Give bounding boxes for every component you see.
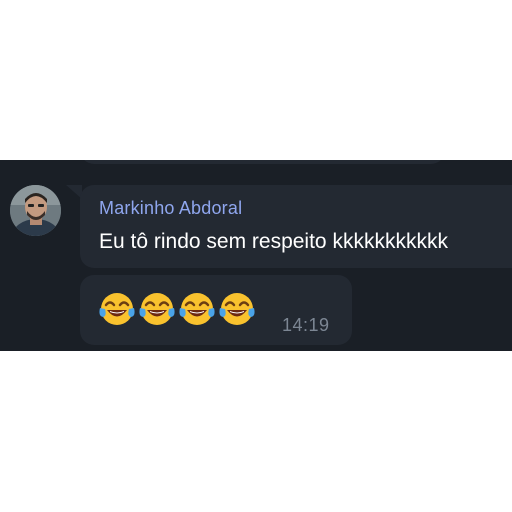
tears-of-joy-emoji-icon bbox=[99, 293, 135, 325]
message-timestamp: 14:19 bbox=[282, 315, 330, 335]
previous-message-bubble[interactable] bbox=[80, 160, 445, 164]
sender-avatar[interactable] bbox=[10, 185, 61, 236]
chat-area: Markinho Abdoral Eu tô rindo sem respeit… bbox=[0, 160, 512, 351]
message-text: Eu tô rindo sem respeito kkkkkkkkkkk bbox=[99, 230, 448, 253]
emoji-message-bubble[interactable]: 14:19 bbox=[80, 275, 352, 345]
sender-name[interactable]: Markinho Abdoral bbox=[99, 198, 242, 219]
tears-of-joy-emoji-icon bbox=[139, 293, 175, 325]
tears-of-joy-emoji-icon bbox=[179, 293, 215, 325]
avatar-photo-icon bbox=[10, 185, 61, 236]
emoji-row bbox=[98, 290, 256, 330]
tears-of-joy-emoji-icon bbox=[219, 293, 255, 325]
message-bubble[interactable]: Markinho Abdoral Eu tô rindo sem respeit… bbox=[80, 185, 512, 268]
